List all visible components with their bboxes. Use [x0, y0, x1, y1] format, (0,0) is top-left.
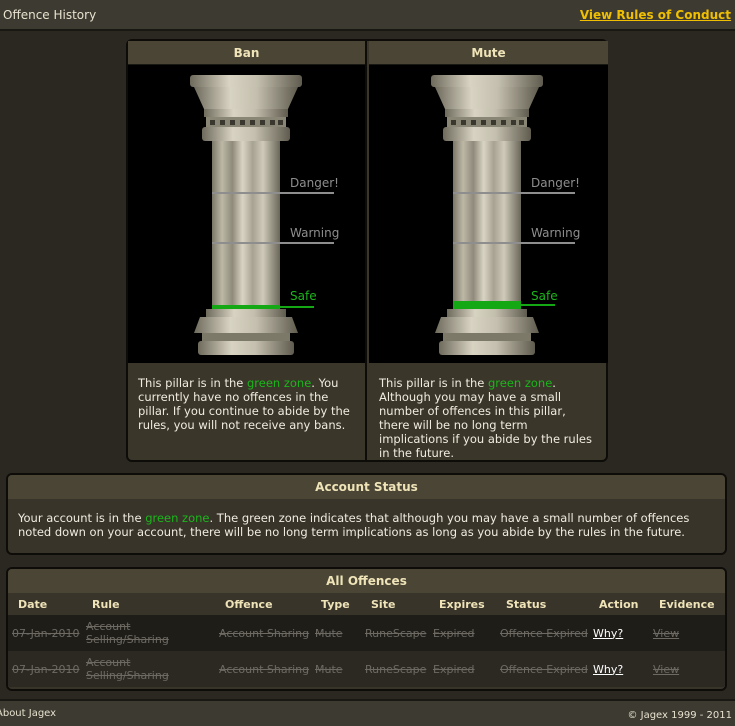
- cell-expires: Expired: [429, 615, 496, 651]
- why-link[interactable]: Why?: [589, 651, 649, 687]
- green-zone-text: green zone: [145, 511, 210, 525]
- all-offences-title: All Offences: [8, 569, 725, 593]
- cell-site: RuneScape: [361, 651, 429, 687]
- cell-site: RuneScape: [361, 615, 429, 651]
- account-status-title: Account Status: [8, 475, 725, 499]
- view-evidence-link[interactable]: View: [649, 651, 725, 687]
- column-header-status: Status: [506, 597, 547, 611]
- all-offences-panel: All Offences Date Rule Offence Type Site…: [6, 567, 727, 691]
- column-header-rule: Rule: [92, 597, 120, 611]
- top-bar: Offence History View Rules of Conduct: [0, 0, 735, 31]
- copyright: © Jagex 1999 - 2011: [627, 710, 732, 721]
- cell-date: 07-Jan-2010: [8, 651, 82, 687]
- cell-offence: Account Sharing: [215, 651, 311, 687]
- pillar-mute-image: Danger! Warning Safe: [369, 65, 608, 363]
- cell-expires: Expired: [429, 651, 496, 687]
- offences-table: Date Rule Offence Type Site Expires Stat…: [8, 593, 725, 687]
- column-header-type: Type: [321, 597, 350, 611]
- green-zone-text: green zone: [246, 376, 312, 390]
- account-status-text: Your account is in the green zone. The g…: [18, 511, 690, 539]
- pillar-mute-label-warning: Warning: [531, 226, 581, 240]
- table-row: 07-Jan-2010 Account Selling/Sharing Acco…: [8, 615, 725, 651]
- table-header-row: Date Rule Offence Type Site Expires Stat…: [8, 593, 725, 615]
- view-rules-link[interactable]: View Rules of Conduct: [580, 8, 731, 22]
- green-zone-text: green zone: [487, 376, 553, 390]
- pillar-mute: Mute Danger! Warning Safe This pillar is…: [369, 41, 608, 460]
- pillar-mute-description: This pillar is in the green zone. Althou…: [379, 376, 592, 460]
- table-row: 07-Jan-2010 Account Selling/Sharing Acco…: [8, 651, 725, 687]
- footer: About Jagex © Jagex 1999 - 2011: [0, 699, 735, 726]
- column-header-evidence: Evidence: [659, 597, 715, 611]
- about-jagex-link[interactable]: About Jagex: [0, 708, 56, 719]
- pillar-ban-label-warning: Warning: [290, 226, 340, 240]
- pillar-ban: Ban Danger! Warning Safe This pillar is …: [128, 41, 367, 460]
- column-header-date: Date: [18, 597, 48, 611]
- view-evidence-link[interactable]: View: [649, 615, 725, 651]
- pillar-graphic: [431, 75, 575, 355]
- pillar-ban-image: Danger! Warning Safe: [128, 65, 365, 363]
- account-status-panel: Account Status Your account is in the gr…: [6, 473, 727, 555]
- cell-type: Mute: [311, 615, 361, 651]
- why-link[interactable]: Why?: [589, 615, 649, 651]
- column-header-site: Site: [371, 597, 396, 611]
- cell-status: Offence Expired: [496, 651, 589, 687]
- pillar-ban-label-safe: Safe: [290, 289, 317, 303]
- column-header-action: Action: [599, 597, 639, 611]
- pillar-mute-label-danger: Danger!: [531, 176, 580, 190]
- cell-offence: Account Sharing: [215, 615, 311, 651]
- cell-type: Mute: [311, 651, 361, 687]
- cell-rule: Account Selling/Sharing: [82, 651, 215, 687]
- pillar-mute-label-safe: Safe: [531, 289, 558, 303]
- column-header-offence: Offence: [225, 597, 273, 611]
- cell-status: Offence Expired: [496, 615, 589, 651]
- pillar-graphic: [190, 75, 334, 355]
- page-title: Offence History: [3, 8, 97, 22]
- pillar-ban-label-danger: Danger!: [290, 176, 339, 190]
- cell-date: 07-Jan-2010: [8, 615, 82, 651]
- cell-rule: Account Selling/Sharing: [82, 615, 215, 651]
- pillar-ban-description: This pillar is in the green zone. You cu…: [138, 376, 350, 432]
- column-header-expires: Expires: [439, 597, 485, 611]
- pillars-panel: Ban Danger! Warning Safe This pillar is …: [126, 39, 608, 462]
- pillar-ban-title: Ban: [128, 41, 365, 65]
- pillar-mute-title: Mute: [369, 41, 608, 65]
